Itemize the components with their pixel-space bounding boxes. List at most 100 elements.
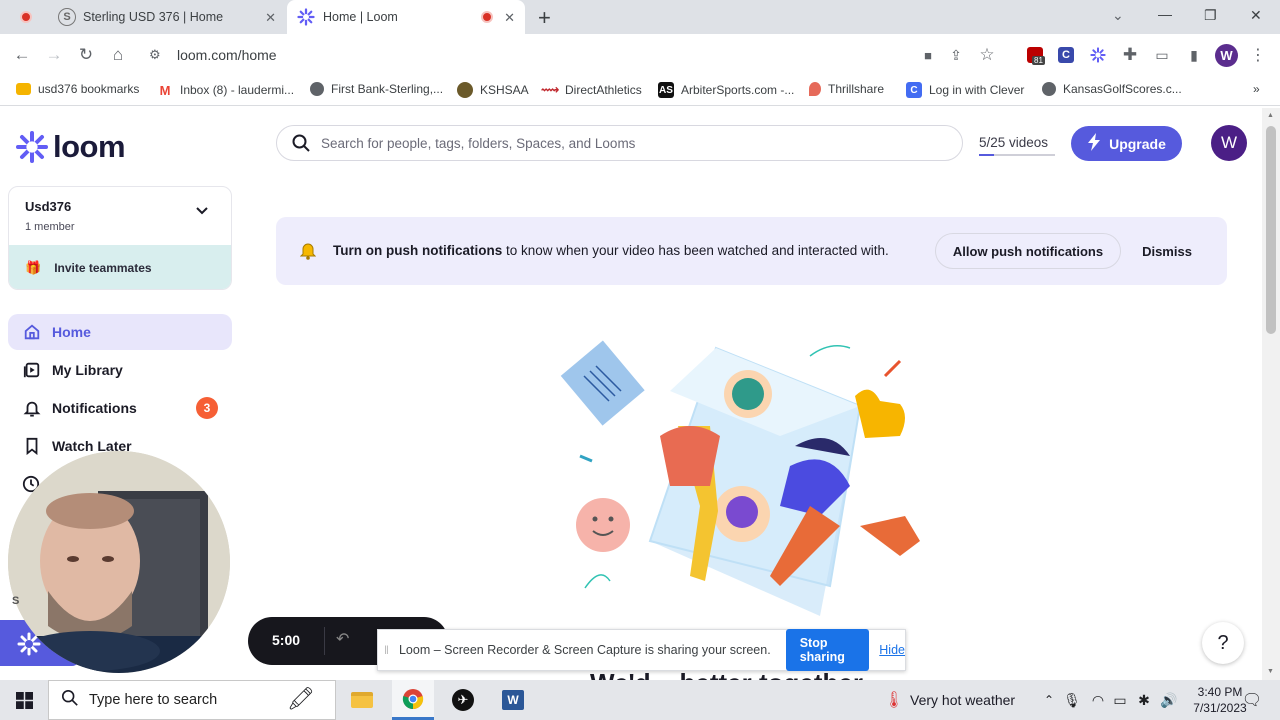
- nav-label: Home: [52, 324, 91, 340]
- share-message: Loom – Screen Recorder & Screen Capture …: [398, 643, 771, 657]
- back-arrow-icon[interactable]: ←: [11, 44, 33, 66]
- show-hidden-icons-chevron[interactable]: ⌃: [1040, 680, 1058, 720]
- notification-center-icon[interactable]: 🗨: [1236, 680, 1268, 720]
- loom-app-taskbar-icon[interactable]: ✈: [443, 680, 483, 720]
- tab-search-chevron-icon[interactable]: ⌄: [1112, 7, 1124, 24]
- scrollbar-thumb[interactable]: [1266, 126, 1276, 334]
- gift-icon: 🎁: [25, 260, 42, 275]
- tab-loom[interactable]: Home | Loom ✕: [287, 0, 525, 34]
- bookmark-first-bank[interactable]: First Bank-Sterling,...: [310, 82, 443, 96]
- site-info-icon[interactable]: ⚙: [149, 47, 161, 63]
- browser-tab-strip: S Sterling USD 376 | Home ✕ Home | Loom …: [0, 0, 1280, 34]
- close-window-button[interactable]: ✕: [1250, 7, 1262, 24]
- share-icon[interactable]: ⇪: [945, 44, 967, 66]
- home-button-icon[interactable]: ⌂: [107, 44, 129, 66]
- windows-start-icon[interactable]: [0, 680, 48, 720]
- nav-home[interactable]: Home: [8, 314, 232, 350]
- reload-icon[interactable]: ↻: [75, 44, 97, 66]
- more-bookmarks-icon[interactable]: »: [1253, 82, 1260, 96]
- stop-sharing-button[interactable]: Stop sharing: [785, 629, 870, 671]
- hide-share-bar-link[interactable]: Hide: [879, 643, 905, 657]
- bookmark-label: Log in with Clever: [929, 83, 1025, 97]
- word-taskbar-icon[interactable]: W: [493, 680, 533, 720]
- kshsaa-icon: [457, 82, 473, 98]
- bookmark-kshsaa[interactable]: KSHSAA: [457, 82, 529, 98]
- workspace-switcher[interactable]: Usd376 1 member 🎁 Invite teammates: [8, 186, 232, 290]
- upgrade-label: Upgrade: [1109, 135, 1166, 152]
- camera-icon[interactable]: ■: [917, 44, 939, 66]
- nav-my-library[interactable]: My Library: [8, 352, 232, 388]
- new-tab-button[interactable]: +: [538, 5, 551, 31]
- cast-icon[interactable]: ▭: [1151, 44, 1173, 66]
- folder-icon: [16, 83, 31, 95]
- bookmark-directathletics[interactable]: ⟿ DirectAthletics: [540, 82, 642, 98]
- scroll-up-arrow-icon[interactable]: ▲: [1267, 112, 1274, 119]
- nav-notifications[interactable]: Notifications 3: [8, 390, 232, 426]
- workspace-members: 1 member: [25, 221, 75, 233]
- banner-message: Turn on push notifications to know when …: [333, 243, 889, 258]
- page-scrollbar[interactable]: ▲ ▼: [1262, 108, 1280, 680]
- allow-push-notifications-button[interactable]: Allow push notifications: [935, 233, 1121, 269]
- restore-button[interactable]: ❐: [1204, 7, 1217, 24]
- upgrade-button[interactable]: Upgrade: [1071, 126, 1182, 161]
- banner-text: to know when your video has been watched…: [502, 243, 889, 258]
- directathletics-icon: ⟿: [540, 82, 560, 98]
- close-tab-icon[interactable]: ✕: [265, 10, 276, 26]
- bookmark-thrillshare[interactable]: Thrillshare: [809, 82, 884, 96]
- search-icon: [61, 689, 79, 712]
- volume-icon[interactable]: 🔊: [1158, 680, 1180, 720]
- dismiss-button[interactable]: Dismiss: [1133, 233, 1201, 269]
- profile-avatar[interactable]: W: [1215, 44, 1238, 67]
- extension-ublock-icon[interactable]: 81: [1024, 44, 1046, 66]
- side-panel-icon[interactable]: ▮: [1183, 44, 1205, 66]
- extensions-puzzle-icon[interactable]: ✚: [1119, 44, 1141, 66]
- loom-logo[interactable]: loom: [16, 129, 126, 165]
- microphone-icon[interactable]: 🎙: [1062, 680, 1082, 720]
- search-bar[interactable]: [276, 125, 963, 161]
- extension-c-icon[interactable]: C: [1055, 44, 1077, 66]
- bookmark-inbox[interactable]: M Inbox (8) - laudermi...: [157, 82, 294, 98]
- bookmark-arbitersports[interactable]: AS ArbiterSports.com -...: [658, 82, 794, 98]
- bookmark-label: Inbox (8) - laudermi...: [180, 83, 295, 97]
- bookmark-label: usd376 bookmarks: [38, 82, 140, 96]
- bookmark-star-icon[interactable]: ☆: [976, 44, 998, 66]
- camera-bubble[interactable]: [8, 451, 230, 673]
- windows-taskbar: Type here to search 🖍 ✈ W 🌡 Very hot wea…: [0, 680, 1280, 720]
- thrillshare-icon: [809, 82, 821, 96]
- search-input[interactable]: [321, 135, 941, 151]
- bookmark-usd376[interactable]: usd376 bookmarks: [16, 82, 139, 96]
- help-button[interactable]: ?: [1202, 622, 1244, 664]
- home-icon: [22, 322, 42, 342]
- chrome-taskbar-icon[interactable]: [392, 680, 434, 720]
- invite-teammates-button[interactable]: 🎁 Invite teammates: [9, 245, 231, 289]
- empty-state-illustration: [560, 340, 920, 616]
- tab-sterling[interactable]: S Sterling USD 376 | Home ✕: [48, 0, 286, 34]
- url-text: loom.com/home: [177, 47, 277, 63]
- undo-icon[interactable]: ↶: [336, 629, 349, 649]
- weather-status[interactable]: Very hot weather: [910, 680, 1022, 720]
- battery-icon[interactable]: ▭: [1110, 680, 1130, 720]
- bookmark-kansasgolfscores[interactable]: KansasGolfScores.c...: [1042, 82, 1182, 96]
- push-notification-banner: Turn on push notifications to know when …: [276, 217, 1227, 285]
- nav-label: My Library: [52, 362, 123, 378]
- close-tab-icon[interactable]: ✕: [504, 10, 515, 26]
- forward-arrow-icon[interactable]: →: [43, 44, 65, 66]
- file-explorer-icon[interactable]: [342, 680, 382, 720]
- library-icon: [22, 360, 42, 380]
- address-bar[interactable]: ⚙ loom.com/home: [142, 38, 1012, 72]
- main-content: 5/25 videos Upgrade W Turn on push notif…: [240, 108, 1262, 680]
- wifi-icon[interactable]: ◠: [1088, 680, 1108, 720]
- user-avatar[interactable]: W: [1211, 125, 1247, 161]
- bell-notification-icon: [299, 242, 317, 265]
- minimize-button[interactable]: —: [1158, 6, 1172, 22]
- taskbar-search-box[interactable]: Type here to search 🖍: [48, 680, 336, 720]
- video-count[interactable]: 5/25 videos: [979, 134, 1055, 156]
- chrome-menu-icon[interactable]: ⋮: [1247, 44, 1269, 66]
- bluetooth-network-icon[interactable]: ✱: [1134, 680, 1154, 720]
- extension-loom-icon[interactable]: [1087, 44, 1109, 66]
- bookmark-clever[interactable]: C Log in with Clever: [906, 82, 1024, 98]
- drag-handle-icon[interactable]: ‖: [384, 643, 389, 657]
- globe-icon: [310, 82, 324, 96]
- scroll-down-arrow-icon[interactable]: ▼: [1267, 668, 1274, 675]
- weather-thermometer-icon[interactable]: 🌡: [882, 680, 906, 720]
